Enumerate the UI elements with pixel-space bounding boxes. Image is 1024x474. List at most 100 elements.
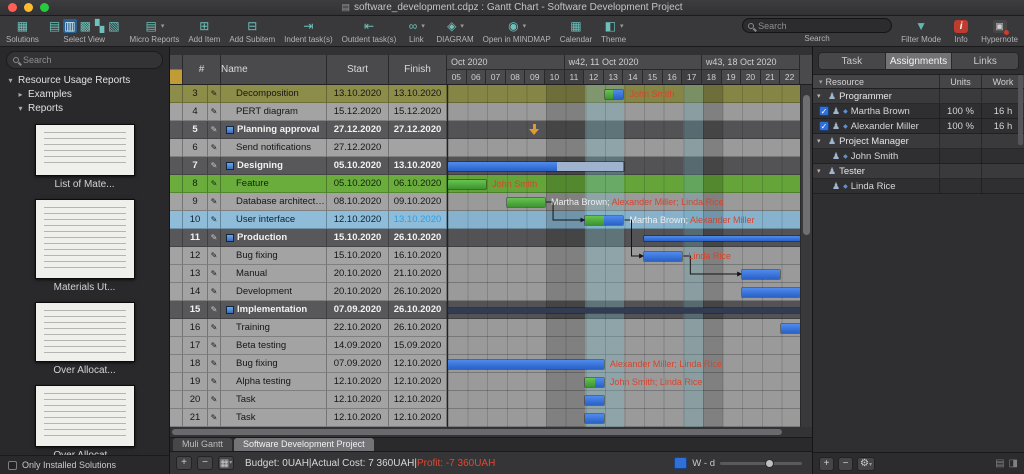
fit-timescale-button[interactable] xyxy=(674,457,687,469)
toolbar-info[interactable]: iInfo xyxy=(950,18,972,44)
task-start-cell[interactable]: 05.10.2020 xyxy=(327,175,389,193)
toolbar-add-item[interactable]: ⊞Add Item xyxy=(188,18,220,44)
toolbar-select-view[interactable]: ▤▥▩▚▧Select View xyxy=(48,18,121,44)
summary-task-icon[interactable] xyxy=(226,306,234,314)
gantt-bar[interactable] xyxy=(585,216,623,225)
table-row[interactable]: 21✎Task12.10.202012.10.2020 xyxy=(170,409,447,427)
toolbar-micro-reports[interactable]: ▤▾Micro Reports xyxy=(130,18,180,44)
task-start-cell[interactable]: 08.10.2020 xyxy=(327,193,389,211)
report-thumbnail[interactable]: Over Allocat... xyxy=(0,302,169,376)
task-start-cell[interactable]: 27.12.2020 xyxy=(327,121,389,139)
gantt-bar[interactable] xyxy=(644,252,682,261)
view-table-icon[interactable]: ▤ xyxy=(48,19,61,33)
task-finish-cell[interactable]: 27.12.2020 xyxy=(389,121,447,139)
vertical-scrollbar-thumb[interactable] xyxy=(803,95,810,235)
table-row[interactable]: 3✎Decomposition13.10.202013.10.2020 xyxy=(170,85,447,103)
panel-layout-icon[interactable]: ◨ xyxy=(1009,458,1018,469)
gantt-bar[interactable] xyxy=(507,198,545,207)
task-start-cell[interactable]: 15.12.2020 xyxy=(327,103,389,121)
minimize-button[interactable] xyxy=(24,3,33,12)
table-row[interactable]: 8✎Feature05.10.202006.10.2020 xyxy=(170,175,447,193)
sidebar-search-field[interactable] xyxy=(6,51,163,69)
task-finish-cell[interactable]: 15.12.2020 xyxy=(389,103,447,121)
remove-resource-button[interactable]: − xyxy=(838,457,853,471)
task-start-cell[interactable]: 15.10.2020 xyxy=(327,247,389,265)
table-row[interactable]: 11✎Production15.10.202026.10.2020 xyxy=(170,229,447,247)
triangle-expanded-icon[interactable]: ▾ xyxy=(6,76,15,85)
task-name-cell[interactable]: Task xyxy=(221,391,327,409)
panel-settings-button[interactable]: ⚙▾ xyxy=(857,457,875,471)
task-start-cell[interactable]: 05.10.2020 xyxy=(327,157,389,175)
offscreen-task-indicator[interactable] xyxy=(529,124,539,135)
task-finish-cell[interactable]: 13.10.2020 xyxy=(389,157,447,175)
sidebar-item-reports[interactable]: ▾Reports xyxy=(0,101,169,115)
resource-checkbox-empty[interactable] xyxy=(819,181,829,191)
resource-checkbox-checked[interactable]: ✓ xyxy=(819,121,829,131)
table-row[interactable]: 5✎Planning approval27.12.202027.12.2020 xyxy=(170,121,447,139)
toolbar-calendar[interactable]: ▦Calendar xyxy=(560,18,592,44)
task-finish-cell[interactable]: 06.10.2020 xyxy=(389,175,447,193)
assignment-row[interactable]: ♟◆Linda Rice xyxy=(813,179,1024,194)
table-row[interactable]: 16✎Training22.10.202026.10.2020 xyxy=(170,319,447,337)
toolbar-search[interactable]: Search xyxy=(742,18,892,43)
toolbar-diagram[interactable]: ◈▾DIAGRAM xyxy=(436,18,473,44)
task-name-cell[interactable]: Development xyxy=(221,283,327,301)
table-row[interactable]: 12✎Bug fixing15.10.202016.10.2020 xyxy=(170,247,447,265)
view-gantt-icon[interactable]: ▥ xyxy=(63,19,76,33)
panel-view-icon[interactable]: ▤ xyxy=(995,458,1004,469)
tab-task[interactable]: Task xyxy=(819,53,886,69)
task-start-cell[interactable]: 07.09.2020 xyxy=(327,355,389,373)
sidebar-item-resource-usage-reports[interactable]: ▾Resource Usage Reports xyxy=(0,73,169,87)
zoom-button[interactable] xyxy=(40,3,49,12)
view-report-icon[interactable]: ▧ xyxy=(107,19,120,33)
triangle-expanded-icon[interactable]: ▾ xyxy=(817,92,825,100)
assignment-row[interactable]: ✓♟◆Martha Brown100 %16 h xyxy=(813,104,1024,119)
task-name-cell[interactable]: Database architecture xyxy=(221,193,327,211)
table-row[interactable]: 17✎Beta testing14.09.202015.09.2020 xyxy=(170,337,447,355)
report-thumbnail[interactable]: Materials Ut... xyxy=(0,199,169,293)
summary-task-icon[interactable] xyxy=(226,162,234,170)
toolbar-solutions[interactable]: ▦Solutions xyxy=(6,18,39,44)
task-name-cell[interactable]: Manual xyxy=(221,265,327,283)
task-start-cell[interactable]: 14.09.2020 xyxy=(327,337,389,355)
toolbar-outdent[interactable]: ⇤Outdent task(s) xyxy=(342,18,397,44)
task-name-cell[interactable]: User interface xyxy=(221,211,327,229)
table-row[interactable]: 7✎Designing05.10.202013.10.2020 xyxy=(170,157,447,175)
view-columns-icon[interactable]: ▚ xyxy=(94,19,105,33)
task-start-cell[interactable]: 20.10.2020 xyxy=(327,265,389,283)
task-finish-cell[interactable]: 12.10.2020 xyxy=(389,355,447,373)
task-start-cell[interactable]: 22.10.2020 xyxy=(327,319,389,337)
report-thumbnail[interactable]: List of Mate... xyxy=(0,124,169,190)
task-start-cell[interactable]: 15.10.2020 xyxy=(327,229,389,247)
gantt-bar[interactable] xyxy=(742,288,800,297)
assignment-row[interactable]: ✓♟◆Alexander Miller100 %16 h xyxy=(813,119,1024,134)
table-row[interactable]: 10✎User interface12.10.202013.10.2020 xyxy=(170,211,447,229)
table-row[interactable]: 13✎Manual20.10.202021.10.2020 xyxy=(170,265,447,283)
gantt-bar[interactable] xyxy=(781,324,800,333)
triangle-expanded-icon[interactable]: ▾ xyxy=(817,137,825,145)
task-name-cell[interactable]: Bug fixing xyxy=(221,355,327,373)
task-name-cell[interactable]: Bug fixing xyxy=(221,247,327,265)
gantt-bar[interactable] xyxy=(448,308,800,313)
task-start-cell[interactable]: 12.10.2020 xyxy=(327,409,389,427)
sidebar-search-input[interactable] xyxy=(23,55,143,65)
task-name-cell[interactable]: Decomposition xyxy=(221,85,327,103)
task-name-cell[interactable]: Production xyxy=(221,229,327,247)
gantt-horizontal-scrollbar[interactable] xyxy=(170,427,812,437)
view-tab[interactable]: Software Development Project xyxy=(234,438,374,451)
task-name-cell[interactable]: Alpha testing xyxy=(221,373,327,391)
toolbar-mindmap[interactable]: ◉▾Open in MINDMAP xyxy=(483,18,551,44)
sidebar-item-examples[interactable]: ▸Examples xyxy=(0,87,169,101)
gantt-bar[interactable] xyxy=(644,236,800,241)
task-finish-cell[interactable]: 26.10.2020 xyxy=(389,319,447,337)
table-row[interactable]: 19✎Alpha testing12.10.202012.10.2020 xyxy=(170,373,447,391)
task-finish-cell[interactable]: 16.10.2020 xyxy=(389,247,447,265)
gantt-bar[interactable] xyxy=(605,90,624,99)
task-name-cell[interactable]: Send notifications xyxy=(221,139,327,157)
view-chart-icon[interactable]: ▩ xyxy=(79,19,92,33)
toolbar-hypernote[interactable]: ▣Hypernote xyxy=(981,18,1018,44)
task-finish-cell[interactable]: 09.10.2020 xyxy=(389,193,447,211)
gantt-vertical-scrollbar[interactable] xyxy=(800,85,812,427)
summary-task-icon[interactable] xyxy=(226,126,234,134)
task-start-cell[interactable]: 12.10.2020 xyxy=(327,373,389,391)
